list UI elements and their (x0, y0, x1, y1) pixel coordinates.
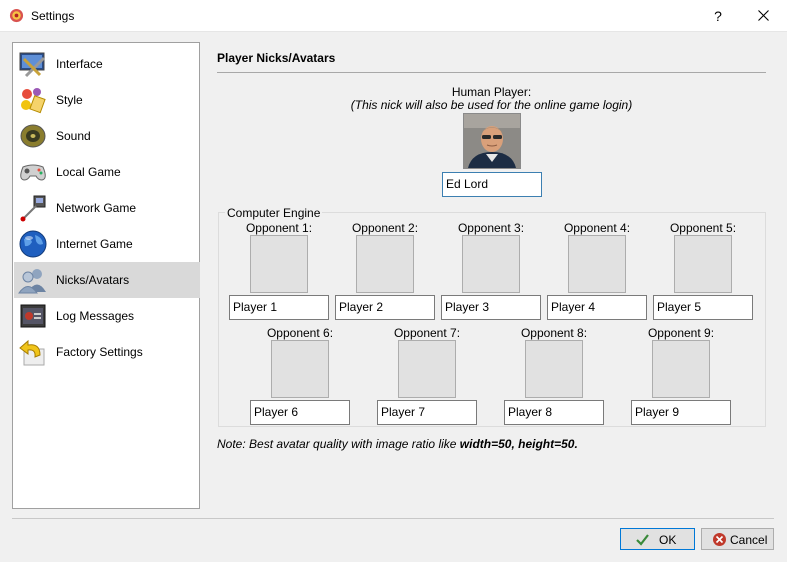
sidebar-item-label: Nicks/Avatars (56, 273, 130, 287)
sidebar-item-label: Log Messages (56, 309, 135, 323)
sidebar-item-label: Factory Settings (56, 345, 143, 359)
window-title: Settings (31, 9, 75, 23)
page-title: Player Nicks/Avatars (217, 51, 336, 65)
sidebar-item-internet-game[interactable]: Internet Game (14, 226, 200, 262)
opponent-label: Opponent 9: (647, 326, 715, 340)
opponent-avatar[interactable] (652, 340, 710, 398)
check-icon (636, 534, 649, 546)
sidebar-item-label: Local Game (56, 165, 121, 179)
opponent-label: Opponent 2: (351, 221, 419, 235)
note-ratio: width=50, height=50. (459, 437, 578, 451)
title-bar: Settings ? (0, 0, 787, 32)
opponent-nick-input[interactable]: Player 7 (377, 400, 477, 425)
opponent-avatar[interactable] (462, 235, 520, 293)
opponent-avatar[interactable] (568, 235, 626, 293)
network-icon (20, 195, 46, 222)
sidebar-item-label: Network Game (56, 201, 137, 215)
app-icon (9, 8, 24, 23)
sidebar-item-interface[interactable]: Interface (14, 46, 200, 82)
sidebar-item-label: Sound (56, 129, 91, 143)
opponent-nick-input[interactable]: Player 2 (335, 295, 435, 320)
opponent-nick-input[interactable]: Player 4 (547, 295, 647, 320)
opponent-nick-input[interactable]: Player 6 (250, 400, 350, 425)
opponent-avatar[interactable] (525, 340, 583, 398)
opponent-label: Opponent 8: (520, 326, 588, 340)
undo-icon (19, 339, 45, 366)
cancel-label: Cancel (730, 533, 768, 547)
avatar-quality-note: Note: Best avatar quality with image rat… (217, 437, 578, 451)
sidebar-item-local-game[interactable]: Local Game (14, 154, 200, 190)
gamepad-icon (20, 164, 46, 181)
ok-button[interactable]: OK (620, 528, 695, 550)
opponent-label: Opponent 6: (266, 326, 334, 340)
opponent-label: Opponent 4: (563, 221, 631, 235)
footer-divider (12, 518, 774, 519)
opponent-nick-input[interactable]: Player 8 (504, 400, 604, 425)
note-text: Note: Best avatar quality with image rat… (217, 437, 460, 451)
section-divider (217, 72, 766, 73)
opponent-nick-input[interactable]: Player 5 (653, 295, 753, 320)
opponent-avatar[interactable] (674, 235, 732, 293)
settings-sidebar: Interface Style Sound Local Game Network… (12, 42, 200, 509)
speaker-icon (20, 124, 46, 148)
log-icon (20, 304, 46, 328)
opponent-avatar[interactable] (398, 340, 456, 398)
interface-icon (19, 52, 46, 78)
human-nick-input[interactable]: Ed Lord (442, 172, 542, 197)
opponent-label: Opponent 3: (457, 221, 525, 235)
close-button[interactable] (752, 6, 774, 26)
opponent-nick-input[interactable]: Player 9 (631, 400, 731, 425)
sidebar-item-label: Style (56, 93, 83, 107)
opponent-label: Opponent 1: (245, 221, 313, 235)
human-player-note: (This nick will also be used for the onl… (350, 98, 633, 112)
globe-icon (19, 230, 47, 258)
sidebar-item-network-game[interactable]: Network Game (14, 190, 200, 226)
cancel-icon (713, 533, 726, 546)
sidebar-item-log-messages[interactable]: Log Messages (14, 298, 200, 334)
opponent-nick-input[interactable]: Player 1 (229, 295, 329, 320)
sidebar-item-sound[interactable]: Sound (14, 118, 200, 154)
opponent-label: Opponent 5: (669, 221, 737, 235)
style-icon (21, 88, 46, 114)
help-button[interactable]: ? (708, 6, 728, 26)
human-player-label: Human Player: (451, 85, 532, 99)
users-icon (18, 269, 46, 294)
ok-label: OK (659, 533, 677, 547)
sidebar-item-label: Interface (56, 57, 103, 71)
close-icon (757, 10, 769, 21)
opponent-avatar[interactable] (271, 340, 329, 398)
computer-engine-title: Computer Engine (225, 206, 323, 220)
cancel-button[interactable]: Cancel (701, 528, 774, 550)
human-avatar[interactable] (463, 113, 521, 169)
sidebar-item-label: Internet Game (56, 237, 133, 251)
sidebar-item-factory-settings[interactable]: Factory Settings (14, 334, 200, 370)
opponent-avatar[interactable] (356, 235, 414, 293)
sidebar-item-nicks-avatars[interactable]: Nicks/Avatars (14, 262, 200, 298)
opponent-avatar[interactable] (250, 235, 308, 293)
avatar-photo-icon (464, 114, 520, 168)
opponent-nick-input[interactable]: Player 3 (441, 295, 541, 320)
sidebar-item-style[interactable]: Style (14, 82, 200, 118)
opponent-label: Opponent 7: (393, 326, 461, 340)
